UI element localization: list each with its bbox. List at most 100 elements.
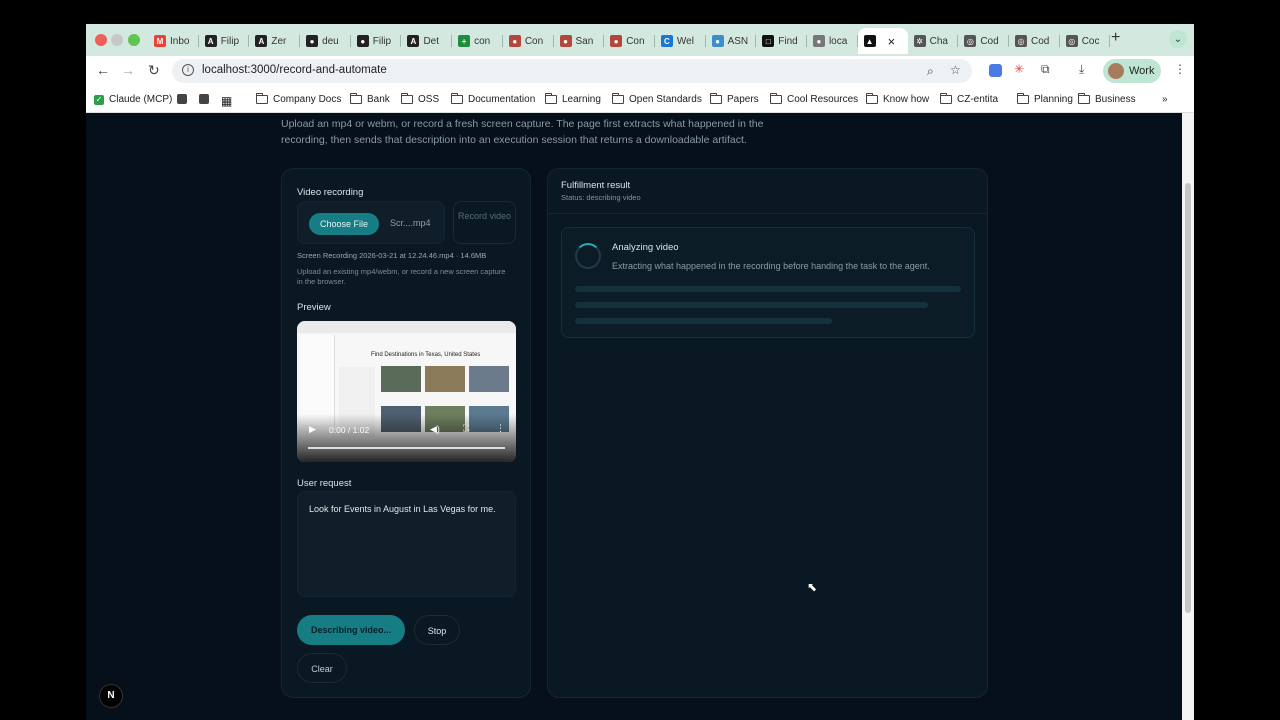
close-tab-icon[interactable]: ×: [888, 34, 896, 49]
folder-icon: [255, 93, 268, 104]
tab-search-button[interactable]: ⌄: [1169, 30, 1187, 48]
browser-tab[interactable]: A Filip: [199, 28, 250, 54]
bookmark-item[interactable]: [199, 94, 209, 104]
close-window-button[interactable]: [95, 34, 107, 46]
profile-button[interactable]: Work: [1103, 59, 1161, 83]
bookmark-item[interactable]: Cool Resources: [769, 93, 859, 105]
browser-tab[interactable]: ● San: [554, 28, 605, 54]
tab-label: Find: [778, 35, 798, 47]
browser-tab[interactable]: C Wel: [655, 28, 706, 54]
browser-tab[interactable]: A Det: [401, 28, 453, 54]
profile-avatar: [1108, 63, 1124, 79]
file-info: Screen Recording 2026-03-21 at 12.24.46.…: [297, 251, 487, 260]
video-menu-icon[interactable]: ⋮: [496, 423, 505, 434]
video-preview[interactable]: Find Destinations in Texas, United State…: [297, 321, 516, 462]
browser-tab[interactable]: ◎ Cod: [1009, 28, 1060, 54]
bookmark-item[interactable]: Bank: [349, 93, 390, 105]
bookmark-item[interactable]: Business: [1077, 93, 1136, 105]
browser-tab[interactable]: ● Filip: [351, 28, 402, 54]
nextjs-devtools-icon[interactable]: N: [99, 684, 123, 708]
bookmark-item[interactable]: ▦: [221, 94, 232, 108]
new-tab-button[interactable]: +: [1111, 29, 1120, 47]
check-icon: ✓: [94, 94, 104, 105]
bookmark-item[interactable]: Papers: [709, 93, 759, 105]
browser-tab[interactable]: ✲ Cha: [908, 28, 959, 54]
describing-video-button[interactable]: Describing video...: [297, 615, 405, 645]
bookmark-item[interactable]: [177, 94, 187, 104]
bookmark-label: Business: [1095, 94, 1136, 105]
site-info-icon[interactable]: i: [182, 64, 194, 76]
browser-tab[interactable]: A Zer: [249, 28, 301, 54]
folder-icon: [865, 93, 878, 104]
video-page-title: Find Destinations in Texas, United State…: [371, 352, 481, 358]
play-icon[interactable]: ▶: [309, 424, 316, 435]
bookmark-item[interactable]: ✓ Claude (MCP): [94, 94, 172, 105]
url-text[interactable]: localhost:3000/record-and-automate: [202, 64, 387, 76]
bookmark-item[interactable]: Open Standards: [611, 93, 702, 105]
zoom-window-button[interactable]: [128, 34, 140, 46]
extension-asterisk-icon[interactable]: ✳: [1014, 62, 1024, 76]
bookmark-item[interactable]: Documentation: [450, 93, 536, 105]
page-scrollbar[interactable]: [1182, 113, 1194, 720]
back-icon[interactable]: ←: [96, 62, 110, 78]
extensions-puzzle-icon[interactable]: ⧉: [1041, 62, 1050, 77]
browser-tab[interactable]: □ Find: [756, 28, 807, 54]
avatar-icon: ●: [610, 35, 623, 47]
bookmark-label: Cool Resources: [787, 94, 859, 105]
menu-icon[interactable]: ⋮: [1174, 62, 1186, 76]
browser-tab[interactable]: + con: [452, 28, 503, 54]
bookmarks-more-icon[interactable]: »: [1162, 94, 1168, 105]
bookmark-item[interactable]: Company Docs: [255, 93, 341, 105]
user-request-textarea[interactable]: Look for Events in August in Las Vegas f…: [297, 491, 516, 597]
zoom-icon[interactable]: ⌕: [927, 64, 934, 79]
bookmark-item[interactable]: Planning: [1016, 93, 1073, 105]
github-icon: ●: [356, 35, 369, 47]
folder-icon: [349, 93, 362, 104]
stop-button[interactable]: Stop: [414, 615, 460, 645]
forward-icon[interactable]: →: [121, 62, 135, 78]
video-recording-label: Video recording: [297, 187, 364, 198]
browser-tab[interactable]: ◎ Cod: [958, 28, 1009, 54]
tab-label: ASN: [727, 35, 749, 47]
bookmark-item[interactable]: Learning: [544, 93, 601, 105]
minimize-window-button[interactable]: [111, 34, 123, 46]
github-icon: ●: [306, 35, 319, 47]
bookmark-label: OSS: [418, 94, 440, 105]
browser-tab[interactable]: ● loca: [807, 28, 858, 54]
extension-blue-icon[interactable]: [989, 64, 1002, 77]
bookmark-item[interactable]: Know how: [865, 93, 929, 105]
browser-tab[interactable]: ● deu: [300, 28, 351, 54]
choose-file-button[interactable]: Choose File: [309, 213, 379, 235]
folder-icon: [1077, 93, 1090, 104]
browser-tab[interactable]: ● ASN: [706, 28, 757, 54]
video-controls: ▶ 0:00 / 1:02 ◀) ⛶ ⋮: [297, 414, 516, 462]
box-icon: □: [762, 35, 775, 47]
bookmark-star-icon[interactable]: ☆: [950, 63, 961, 77]
browser-tab[interactable]: ● Con: [503, 28, 554, 54]
tab-label: loca: [828, 35, 848, 47]
browser-tab[interactable]: M Inbo: [148, 28, 199, 54]
bookmark-label: Documentation: [468, 94, 536, 105]
profile-label: Work: [1129, 65, 1155, 77]
avatar-icon: ●: [508, 35, 521, 47]
scrollbar-thumb[interactable]: [1185, 183, 1191, 613]
reload-icon[interactable]: ↻: [148, 62, 160, 79]
browser-tab[interactable]: ▲ ×: [857, 28, 908, 54]
bookmark-item[interactable]: CZ-entita: [939, 93, 998, 105]
tab-label: Con: [626, 35, 645, 47]
volume-icon[interactable]: ◀): [430, 424, 440, 435]
record-video-button[interactable]: Record video: [453, 201, 516, 244]
clear-button[interactable]: Clear: [297, 653, 347, 683]
bookmark-square-icon: [177, 94, 187, 104]
bookmark-item[interactable]: OSS: [400, 93, 440, 105]
loading-spinner-icon: [575, 243, 601, 269]
fullscreen-icon[interactable]: ⛶: [463, 423, 469, 434]
browser-tab[interactable]: ◎ Coc: [1060, 28, 1111, 54]
video-time: 0:00 / 1:02: [329, 425, 370, 435]
download-icon[interactable]: ⤓: [1079, 62, 1084, 77]
browser-tab[interactable]: ● Con: [604, 28, 655, 54]
video-progress-track[interactable]: [308, 447, 505, 449]
folder-icon: [709, 93, 722, 104]
address-bar[interactable]: i localhost:3000/record-and-automate ⌕ ☆: [172, 59, 972, 83]
linear-icon: A: [255, 35, 268, 47]
